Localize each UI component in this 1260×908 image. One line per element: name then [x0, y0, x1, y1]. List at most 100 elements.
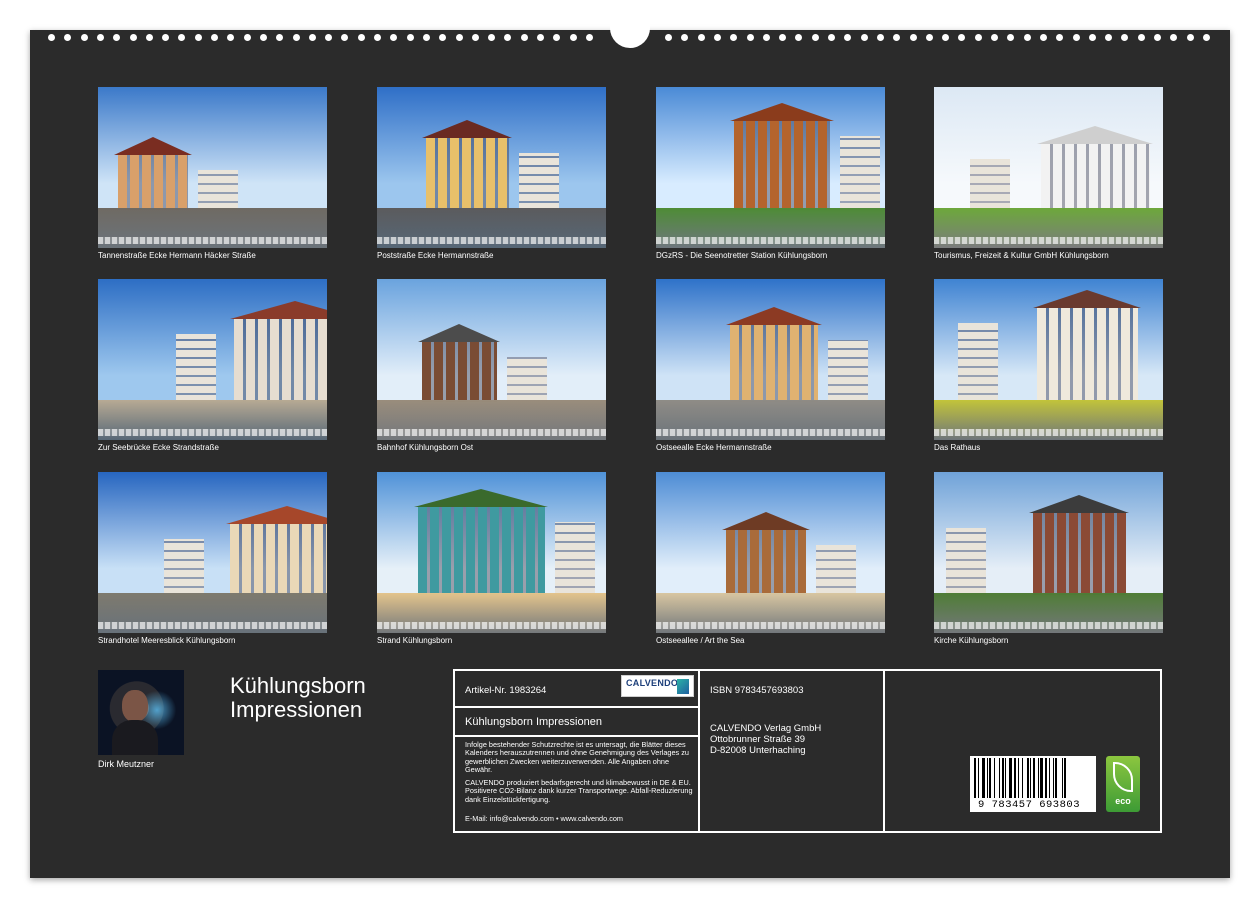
photo-caption: Poststraße Ecke Hermannstraße: [377, 251, 606, 260]
binding-hole: [926, 34, 933, 41]
photo-tile: DGzRS - Die Seenotretter Station Kühlung…: [656, 87, 885, 260]
binding-hole: [407, 34, 414, 41]
publisher-name: CALVENDO Verlag GmbH: [710, 723, 821, 734]
binding-holes: [0, 0, 1260, 18]
artikel-number: Artikel-Nr. 1983264: [465, 685, 546, 696]
binding-hole: [260, 34, 267, 41]
binding-hole: [472, 34, 479, 41]
author-name: Dirk Meutzner: [98, 759, 154, 769]
binding-hole: [48, 34, 55, 41]
binding-hole: [211, 34, 218, 41]
binding-hole: [195, 34, 202, 41]
calvendo-logo-text: CALVENDO: [626, 678, 678, 688]
binding-hole: [293, 34, 300, 41]
leaf-icon: [1113, 762, 1133, 792]
binding-hole: [586, 34, 593, 41]
binding-hole: [828, 34, 835, 41]
binding-hole: [1154, 34, 1161, 41]
photo-image: [98, 279, 327, 440]
binding-hole: [1138, 34, 1145, 41]
photo-caption: Bahnhof Kühlungsborn Ost: [377, 443, 606, 452]
calendar-title-line2: Impressionen: [230, 698, 366, 722]
publisher-city: D-82008 Unterhaching: [710, 745, 806, 756]
legal-cell: Infolge bestehender Schutzrechte ist es …: [455, 737, 698, 831]
isbn: ISBN 9783457693803: [710, 685, 804, 696]
binding-hole: [1024, 34, 1031, 41]
photo-image: [377, 87, 606, 248]
barcode: 9 783457 693803: [970, 756, 1096, 812]
binding-hole: [537, 34, 544, 41]
binding-hole: [747, 34, 754, 41]
binding-hole: [975, 34, 982, 41]
binding-hole: [309, 34, 316, 41]
calendar-title: Kühlungsborn Impressionen: [230, 674, 366, 722]
photo-tile: Poststraße Ecke Hermannstraße: [377, 87, 606, 260]
binding-hole: [861, 34, 868, 41]
binding-hole: [877, 34, 884, 41]
photo-tile: Ostseealle Ecke Hermannstraße: [656, 279, 885, 452]
binding-hole: [1187, 34, 1194, 41]
photo-image: [377, 472, 606, 633]
eco-badge: eco: [1106, 756, 1140, 812]
binding-hole: [665, 34, 672, 41]
calvendo-logo-mark-icon: [677, 679, 689, 694]
binding-hole: [570, 34, 577, 41]
binding-hole: [1040, 34, 1047, 41]
photo-image: [656, 279, 885, 440]
eco-text: CALVENDO produziert bedarfsgerecht und k…: [465, 779, 693, 804]
photo-tile: Strand Kühlungsborn: [377, 472, 606, 645]
product-title: Kühlungsborn Impressionen: [465, 716, 602, 728]
photo-tile: Kirche Kühlungsborn: [934, 472, 1163, 645]
photo-image: [934, 279, 1163, 440]
product-title-cell: Kühlungsborn Impressionen: [455, 708, 698, 735]
contact-text: E-Mail: info@calvendo.com • www.calvendo…: [465, 815, 693, 823]
binding-hole: [97, 34, 104, 41]
binding-hole: [698, 34, 705, 41]
binding-hole: [244, 34, 251, 41]
binding-hole: [146, 34, 153, 41]
photo-caption: Tourismus, Freizeit & Kultur GmbH Kühlun…: [934, 251, 1163, 260]
photo-image: [377, 279, 606, 440]
binding-hole: [521, 34, 528, 41]
photo-image: [934, 472, 1163, 633]
photo-caption: Strand Kühlungsborn: [377, 636, 606, 645]
legal-text: Infolge bestehender Schutzrechte ist es …: [465, 741, 693, 774]
binding-hole: [763, 34, 770, 41]
binding-hole: [374, 34, 381, 41]
calendar-title-line1: Kühlungsborn: [230, 674, 366, 698]
photo-caption: Tannenstraße Ecke Hermann Häcker Straße: [98, 251, 327, 260]
calvendo-logo: CALVENDO: [621, 675, 694, 697]
publisher-street: Ottobrunner Straße 39: [710, 734, 805, 745]
binding-hole: [358, 34, 365, 41]
photo-tile: Tannenstraße Ecke Hermann Häcker Straße: [98, 87, 327, 260]
photo-caption: Das Rathaus: [934, 443, 1163, 452]
binding-hole: [991, 34, 998, 41]
author-photo: [98, 670, 184, 755]
photo-tile: Tourismus, Freizeit & Kultur GmbH Kühlun…: [934, 87, 1163, 260]
binding-hole: [1203, 34, 1210, 41]
binding-hole: [910, 34, 917, 41]
photo-image: [656, 472, 885, 633]
isbn-publisher-cell: ISBN 9783457693803 CALVENDO Verlag GmbH …: [700, 671, 883, 831]
photo-tile: Ostseeallee / Art the Sea: [656, 472, 885, 645]
binding-hole: [456, 34, 463, 41]
photo-tile: Zur Seebrücke Ecke Strandstraße: [98, 279, 327, 452]
binding-hole: [1089, 34, 1096, 41]
photo-caption: DGzRS - Die Seenotretter Station Kühlung…: [656, 251, 885, 260]
photo-caption: Strandhotel Meeresblick Kühlungsborn: [98, 636, 327, 645]
photo-image: [934, 87, 1163, 248]
binding-hole: [714, 34, 721, 41]
photo-caption: Ostseealle Ecke Hermannstraße: [656, 443, 885, 452]
photo-tile: Bahnhof Kühlungsborn Ost: [377, 279, 606, 452]
photo-tile: Strandhotel Meeresblick Kühlungsborn: [98, 472, 327, 645]
photo-caption: Ostseeallee / Art the Sea: [656, 636, 885, 645]
photo-image: [98, 472, 327, 633]
photo-caption: Kirche Kühlungsborn: [934, 636, 1163, 645]
binding-hole: [1073, 34, 1080, 41]
binding-hole: [423, 34, 430, 41]
photo-image: [98, 87, 327, 248]
photo-image: [656, 87, 885, 248]
artikel-cell: Artikel-Nr. 1983264 CALVENDO: [455, 671, 698, 706]
eco-label: eco: [1106, 796, 1140, 806]
photo-tile: Das Rathaus: [934, 279, 1163, 452]
